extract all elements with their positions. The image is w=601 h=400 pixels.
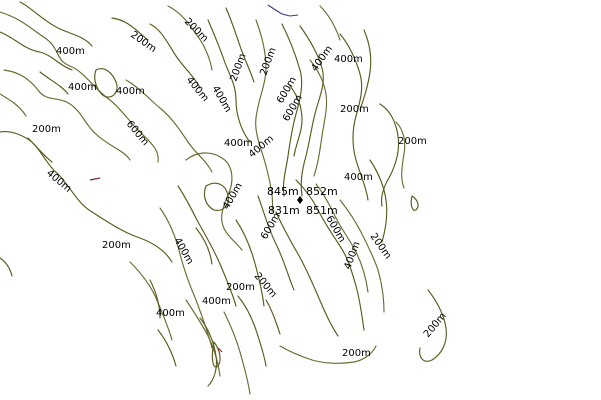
contour-label: 400m [202,296,231,307]
peak-elevation-label: 831m [268,204,300,217]
contour-label: 400m [56,46,85,57]
contour-label: 400m [156,308,185,319]
contour-label: 400m [344,172,373,183]
peak-elevation-label: 851m [306,204,338,217]
contour-label: 400m [224,138,253,149]
contour-label: 200m [102,240,131,251]
peak-elevation-label: 852m [306,185,338,198]
contour-label: 200m [226,282,255,293]
topographic-map[interactable]: 200m 200m 400m 400m 400m 400m 200m 600m … [0,0,601,400]
contour-label: 400m [116,86,145,97]
contour-label: 200m [340,104,369,115]
contour-label: 200m [398,136,427,147]
contour-label: 400m [68,82,97,93]
contour-label: 200m [32,124,61,135]
peak-elevation-label: 845m [267,185,299,198]
contour-label: 400m [334,54,363,65]
contour-label: 200m [342,348,371,359]
